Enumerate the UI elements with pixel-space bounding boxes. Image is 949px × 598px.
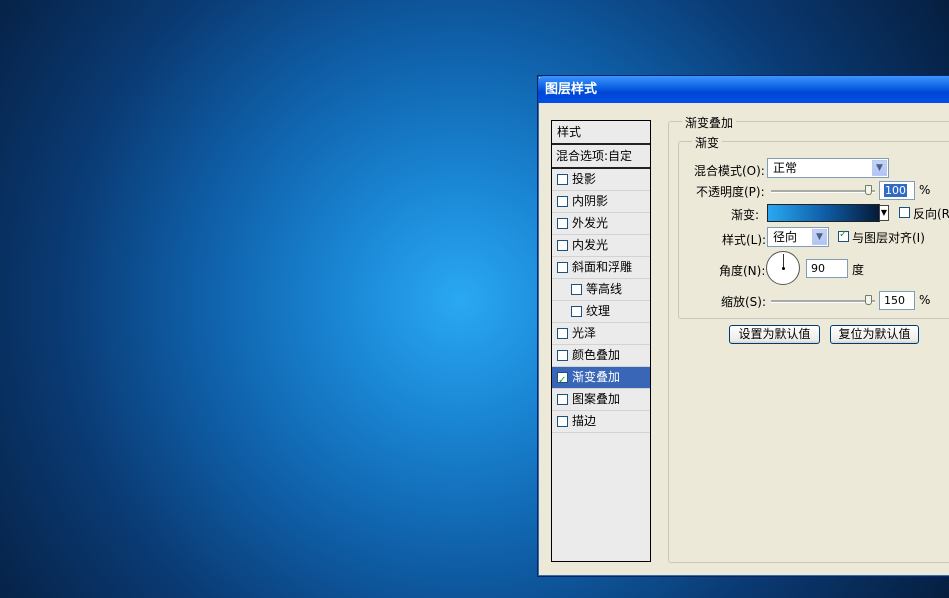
style-item-checkbox[interactable] [557, 174, 568, 185]
scale-unit: % [919, 293, 931, 307]
style-select[interactable]: 径向 ▼ [767, 227, 829, 247]
scale-slider-track[interactable] [771, 300, 875, 303]
angle-dial[interactable] [766, 251, 800, 285]
gradient-dropdown-arrow[interactable]: ▼ [879, 205, 889, 221]
style-item-label: 内发光 [572, 238, 609, 252]
style-item-checkbox[interactable] [557, 394, 568, 405]
style-item-checkbox[interactable] [557, 240, 568, 251]
style-item-label: 图案叠加 [572, 392, 621, 406]
style-item-checkbox[interactable] [557, 350, 568, 361]
style-item[interactable]: 纹理 [552, 301, 650, 323]
style-item[interactable]: 投影 [552, 169, 650, 191]
style-item-checkbox[interactable] [557, 328, 568, 339]
make-default-button[interactable]: 设置为默认值 [729, 325, 820, 344]
style-item[interactable]: 光泽 [552, 323, 650, 345]
angle-input[interactable]: 90 [806, 259, 848, 278]
style-item-label: 颜色叠加 [572, 348, 621, 362]
style-item-checkbox[interactable] [557, 218, 568, 229]
style-items: 投影内阴影外发光内发光斜面和浮雕等高线纹理光泽颜色叠加渐变叠加图案叠加描边 [552, 169, 650, 433]
style-item-checkbox[interactable] [557, 262, 568, 273]
reverse-label: 反向(R [913, 207, 949, 221]
style-item[interactable]: 等高线 [552, 279, 650, 301]
opacity-value: 100 [884, 184, 907, 197]
reverse-checkbox[interactable] [899, 207, 910, 218]
style-item-label: 内阴影 [572, 194, 609, 208]
gradient-label: 渐变: [731, 208, 760, 222]
align-with-layer-label: 与图层对齐(I) [852, 231, 925, 245]
style-item[interactable]: 内发光 [552, 235, 650, 257]
style-item-label: 渐变叠加 [572, 370, 621, 384]
style-value: 径向 [773, 230, 798, 244]
chevron-down-icon[interactable]: ▼ [812, 229, 827, 245]
scale-slider-thumb[interactable] [865, 295, 872, 305]
style-item-checkbox[interactable] [557, 370, 568, 391]
style-item-label: 纹理 [586, 304, 611, 318]
style-item-checkbox[interactable] [571, 306, 582, 317]
section-title: 渐变叠加 [682, 114, 737, 131]
opacity-label: 不透明度(P): [696, 185, 765, 199]
angle-label: 角度(N): [719, 264, 766, 278]
opacity-slider-thumb[interactable] [865, 185, 872, 195]
style-list: 样式 混合选项:自定 投影内阴影外发光内发光斜面和浮雕等高线纹理光泽颜色叠加渐变… [551, 120, 651, 562]
blend-mode-value: 正常 [773, 161, 798, 175]
blend-mode-label: 混合模式(O): [694, 164, 765, 178]
style-item-label: 投影 [572, 172, 597, 186]
style-item[interactable]: 图案叠加 [552, 389, 650, 411]
chevron-down-icon[interactable]: ▼ [872, 160, 887, 176]
angle-unit: 度 [852, 263, 865, 277]
style-item[interactable]: 斜面和浮雕 [552, 257, 650, 279]
dialog-title[interactable]: 图层样式 [538, 76, 949, 103]
style-label: 样式(L): [722, 233, 767, 247]
scale-input[interactable]: 150 [879, 291, 915, 310]
opacity-unit: % [919, 183, 931, 197]
style-item-label: 等高线 [586, 282, 623, 296]
style-item[interactable]: 颜色叠加 [552, 345, 650, 367]
style-item-checkbox[interactable] [571, 284, 582, 295]
angle-center [782, 267, 785, 270]
style-item-checkbox[interactable] [557, 196, 568, 207]
blend-options-item[interactable]: 混合选项:自定 [552, 145, 650, 169]
reset-default-button[interactable]: 复位为默认值 [830, 325, 919, 344]
scale-label: 缩放(S): [721, 295, 767, 309]
group-title: 渐变 [692, 134, 723, 151]
style-item[interactable]: 描边 [552, 411, 650, 433]
gradient-swatch[interactable] [767, 204, 880, 222]
opacity-slider-track[interactable] [771, 190, 875, 193]
opacity-input[interactable]: 100 [879, 181, 915, 200]
align-with-layer-checkbox[interactable] [838, 229, 849, 242]
style-item-label: 斜面和浮雕 [572, 260, 633, 274]
layer-style-dialog: 图层样式 样式 混合选项:自定 投影内阴影外发光内发光斜面和浮雕等高线纹理光泽颜… [537, 75, 949, 577]
style-item[interactable]: 外发光 [552, 213, 650, 235]
style-item-label: 光泽 [572, 326, 597, 340]
style-item-label: 描边 [572, 414, 597, 428]
blend-mode-select[interactable]: 正常 ▼ [767, 158, 889, 178]
style-item-checkbox[interactable] [557, 416, 568, 427]
style-list-header[interactable]: 样式 [552, 121, 650, 145]
style-item-label: 外发光 [572, 216, 609, 230]
style-item[interactable]: 渐变叠加 [552, 367, 650, 391]
style-item[interactable]: 内阴影 [552, 191, 650, 213]
